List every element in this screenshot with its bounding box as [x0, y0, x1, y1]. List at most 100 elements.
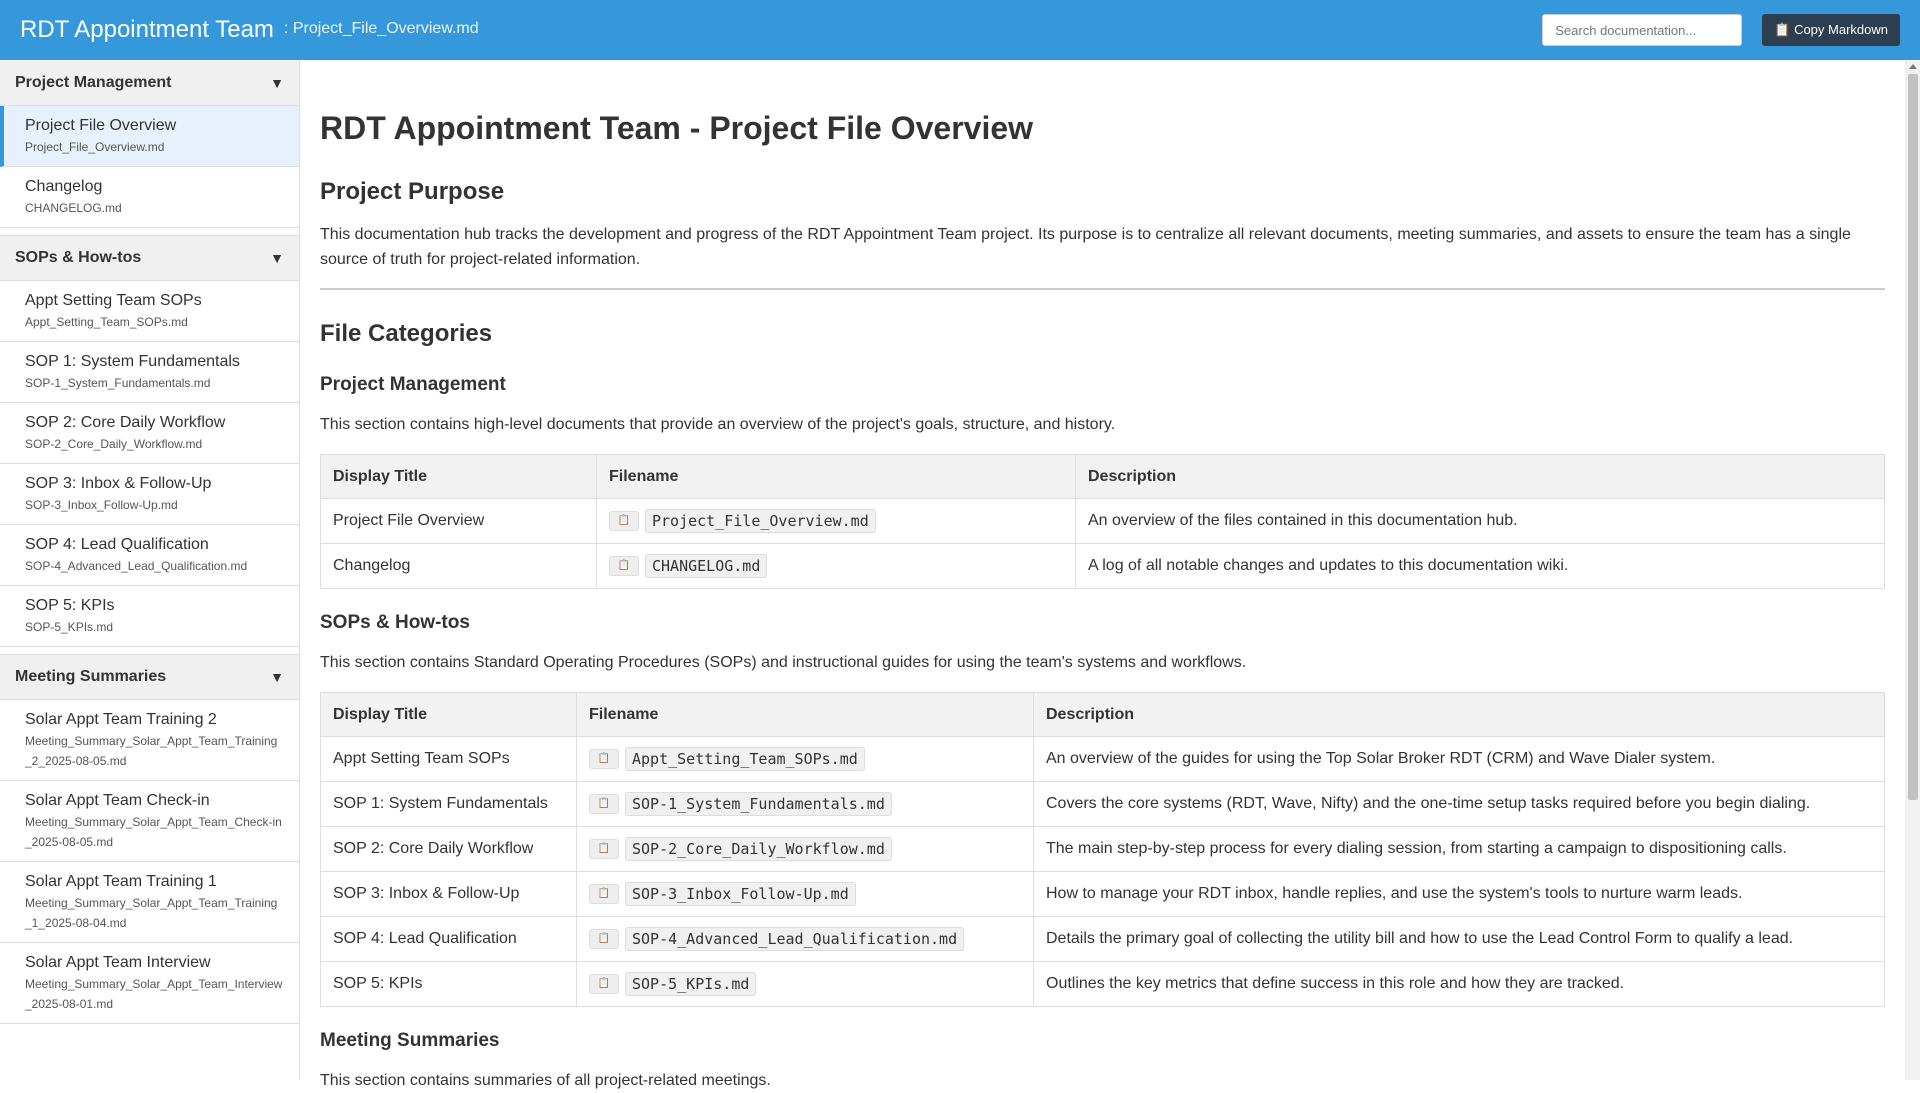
- sidebar-item-title: Changelog: [25, 178, 103, 195]
- meetings-section-intro: This section contains summaries of all p…: [320, 1072, 771, 1089]
- filename-cell: 📋 SOP-2_Core_Daily_Workflow.md: [576, 826, 1034, 872]
- column-header: Description: [1033, 692, 1885, 737]
- sidebar-item-title: SOP 4: Lead Qualification: [25, 536, 209, 553]
- chevron-down-icon[interactable]: ▼: [270, 669, 284, 685]
- sidebar-item-filename: SOP-2_Core_Daily_Workflow.md: [25, 437, 203, 451]
- sidebar-item-filename: SOP-1_System_Fundamentals.md: [25, 376, 211, 390]
- purpose-heading: Project Purpose: [320, 178, 505, 205]
- filename-wrapper: 📋 SOP-1_System_Fundamentals.md: [589, 792, 1021, 816]
- display-title-cell: SOP 5: KPIs: [320, 961, 577, 1007]
- main-content: RDT Appointment Team - Project File Over…: [320, 60, 1885, 1093]
- sidebar-item[interactable]: Solar Appt Team Training 2 Meeting_Summar…: [0, 700, 299, 781]
- sidebar-item[interactable]: Appt Setting Team SOPs Appt_Setting_Team_…: [0, 281, 299, 342]
- display-title-cell: SOP 4: Lead Qualification: [320, 916, 577, 962]
- sidebar-item[interactable]: SOP 5: KPIs SOP-5_KPIs.md: [0, 586, 299, 647]
- sidebar-item[interactable]: Changelog CHANGELOG.md: [0, 167, 299, 228]
- copy-filename-icon[interactable]: 📋: [589, 839, 619, 859]
- sidebar-item-filename: CHANGELOG.md: [25, 201, 122, 215]
- sidebar-group-header[interactable]: Meeting Summaries ▼: [0, 654, 299, 700]
- description-cell: An overview of the files contained in th…: [1075, 498, 1885, 544]
- search-input[interactable]: [1542, 14, 1743, 46]
- chevron-down-icon[interactable]: ▼: [270, 250, 284, 266]
- copy-filename-icon[interactable]: 📋: [609, 556, 639, 576]
- display-title-cell: Project File Overview: [320, 498, 597, 544]
- table-header-row: Display Title Filename Description: [320, 454, 1885, 499]
- sidebar-group-header[interactable]: SOPs & How-tos ▼: [0, 235, 299, 281]
- filename-cell: 📋 Appt_Setting_Team_SOPs.md: [576, 736, 1034, 782]
- copy-markdown-button[interactable]: 📋 Copy Markdown: [1762, 14, 1900, 46]
- sidebar-item-filename: Meeting_Summary_Solar_Appt_Team_Intervie…: [25, 977, 283, 1011]
- sidebar-item[interactable]: SOP 4: Lead Qualification SOP-4_Advanced_…: [0, 525, 299, 586]
- sidebar-item[interactable]: SOP 3: Inbox & Follow-Up SOP-3_Inbox_Foll…: [0, 464, 299, 525]
- description-cell: An overview of the guides for using the …: [1033, 736, 1885, 782]
- scroll-up-arrow-icon[interactable]: [1909, 64, 1917, 69]
- filename-code: SOP-5_KPIs.md: [625, 972, 757, 996]
- sidebar-group-title: SOPs & How-tos: [15, 249, 142, 266]
- filename-cell: 📋 SOP-4_Advanced_Lead_Qualification.md: [576, 916, 1034, 962]
- filename-code: SOP-2_Core_Daily_Workflow.md: [625, 837, 892, 861]
- app-title[interactable]: RDT Appointment Team: [20, 16, 274, 44]
- sidebar-item-filename: Meeting_Summary_Solar_Appt_Team_Training…: [25, 734, 278, 768]
- filename-code: Project_File_Overview.md: [645, 509, 876, 533]
- copy-filename-icon[interactable]: 📋: [589, 929, 619, 949]
- divider: [320, 288, 1885, 290]
- display-title-cell: Changelog: [320, 543, 597, 589]
- description-cell: The main step-by-step process for every …: [1033, 826, 1885, 872]
- copy-markdown-label: 📋 Copy Markdown: [1774, 22, 1888, 37]
- filename-wrapper: 📋 Appt_Setting_Team_SOPs.md: [589, 747, 1021, 771]
- sidebar-item-filename: Meeting_Summary_Solar_Appt_Team_Training…: [25, 896, 278, 930]
- display-title-cell: Appt Setting Team SOPs: [320, 736, 577, 782]
- sidebar-item[interactable]: Project File Overview Project_File_Overvi…: [0, 106, 299, 167]
- sidebar-group: SOPs & How-tos ▼ Appt Setting Team SOPs App…: [0, 235, 299, 654]
- sidebar-item[interactable]: SOP 2: Core Daily Workflow SOP-2_Core_Dai…: [0, 403, 299, 464]
- description-cell: Details the primary goal of collecting t…: [1033, 916, 1885, 962]
- column-header: Display Title: [320, 454, 597, 499]
- sidebar-item-title: SOP 1: System Fundamentals: [25, 353, 240, 370]
- sops-section-intro: This section contains Standard Operating…: [320, 654, 1247, 671]
- scrollbar-thumb[interactable]: [1908, 74, 1918, 800]
- pm-section-intro: This section contains high-level documen…: [320, 416, 1116, 433]
- sidebar: Project Management ▼ Project File Overview…: [0, 60, 300, 1080]
- filename-wrapper: 📋 CHANGELOG.md: [609, 554, 1063, 578]
- display-title-cell: SOP 2: Core Daily Workflow: [320, 826, 577, 872]
- table-row: Project File Overview 📋 Project_File_Overv…: [320, 498, 1885, 544]
- purpose-text: This documentation hub tracks the develo…: [320, 226, 1851, 268]
- filename-wrapper: 📋 Project_File_Overview.md: [609, 509, 1063, 533]
- meetings-section-heading: Meeting Summaries: [320, 1030, 500, 1051]
- copy-filename-icon[interactable]: 📋: [609, 511, 639, 531]
- sidebar-item-title: SOP 5: KPIs: [25, 597, 115, 614]
- table-row: Changelog 📋 CHANGELOG.md A log of all notab…: [320, 543, 1885, 589]
- sidebar-item-title: Solar Appt Team Training 1: [25, 873, 217, 890]
- sidebar-item-filename: SOP-3_Inbox_Follow-Up.md: [25, 498, 178, 512]
- sidebar-item[interactable]: SOP 1: System Fundamentals SOP-1_System_F…: [0, 342, 299, 403]
- filename-cell: 📋 SOP-3_Inbox_Follow-Up.md: [576, 871, 1034, 917]
- filename-code: CHANGELOG.md: [645, 554, 768, 578]
- sidebar-item-title: Appt Setting Team SOPs: [25, 292, 202, 309]
- sops-files-table: Display Title Filename Description Appt …: [320, 692, 1885, 1007]
- filename-cell: 📋 SOP-1_System_Fundamentals.md: [576, 781, 1034, 827]
- filename-cell: 📋 Project_File_Overview.md: [596, 498, 1076, 544]
- sidebar-item[interactable]: Solar Appt Team Interview Meeting_Summary…: [0, 943, 299, 1024]
- sidebar-item-filename: SOP-4_Advanced_Lead_Qualification.md: [25, 559, 248, 573]
- sidebar-item-title: Solar Appt Team Training 2: [25, 711, 217, 728]
- main-scrollbar[interactable]: [1905, 60, 1920, 1080]
- sidebar-item-filename: Appt_Setting_Team_SOPs.md: [25, 315, 188, 329]
- copy-filename-icon[interactable]: 📋: [589, 794, 619, 814]
- copy-filename-icon[interactable]: 📋: [589, 884, 619, 904]
- sidebar-group: Project Management ▼ Project File Overview…: [0, 60, 299, 235]
- table-row: SOP 1: System Fundamentals 📋 SOP-1_System_…: [320, 781, 1885, 827]
- sidebar-item[interactable]: Solar Appt Team Training 1 Meeting_Summar…: [0, 862, 299, 943]
- copy-filename-icon[interactable]: 📋: [589, 749, 619, 769]
- column-header: Filename: [596, 454, 1076, 499]
- sidebar-item-title: SOP 3: Inbox & Follow-Up: [25, 475, 212, 492]
- copy-filename-icon[interactable]: 📋: [589, 974, 619, 994]
- sidebar-item[interactable]: Solar Appt Team Check-in Meeting_Summary_…: [0, 781, 299, 862]
- filename-code: SOP-4_Advanced_Lead_Qualification.md: [625, 927, 965, 951]
- sidebar-item-title: Project File Overview: [25, 117, 177, 134]
- table-header-row: Display Title Filename Description: [320, 692, 1885, 737]
- sidebar-item-title: SOP 2: Core Daily Workflow: [25, 414, 226, 431]
- sidebar-group-header[interactable]: Project Management ▼: [0, 60, 299, 106]
- chevron-down-icon[interactable]: ▼: [270, 75, 284, 91]
- filename-cell: 📋 SOP-5_KPIs.md: [576, 961, 1034, 1007]
